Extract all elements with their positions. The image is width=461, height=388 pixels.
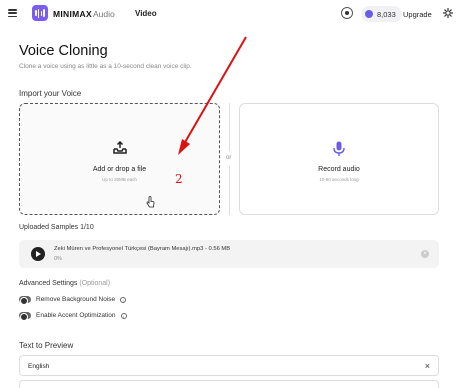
advanced-title: Advanced Settings	[19, 280, 78, 287]
clear-icon[interactable]: ×	[425, 361, 430, 371]
language-select[interactable]: English ×	[19, 355, 439, 376]
optional-tag: (Optional)	[79, 280, 111, 287]
remove-noise-toggle[interactable]	[19, 296, 31, 305]
info-icon[interactable]: i	[120, 312, 127, 319]
language-value: English	[28, 363, 50, 370]
accent-optimization-toggle[interactable]	[19, 312, 31, 321]
info-icon[interactable]: i	[120, 296, 127, 303]
remove-file-icon[interactable]: ×	[421, 250, 429, 258]
uploaded-samples-label: Uploaded Samples 1/10	[19, 224, 94, 231]
remove-noise-label: Remove Background Noise	[36, 296, 116, 303]
upload-progress: 0%	[54, 256, 62, 262]
play-icon[interactable]	[31, 247, 45, 261]
preview-text-input[interactable]	[19, 380, 439, 388]
uploaded-file-row: Zeki Müren ve Profesyonel Türkçesi (Bayr…	[19, 240, 439, 268]
advanced-settings-label: Advanced Settings (Optional)	[19, 280, 110, 287]
remove-noise-row: Remove Background Noise i	[19, 296, 127, 305]
annotation-arrow	[178, 36, 247, 155]
text-preview-label: Text to Preview	[19, 341, 74, 350]
accent-optimization-row: Enable Accent Optimization i	[19, 312, 127, 321]
accent-optimization-label: Enable Accent Optimization	[36, 312, 116, 319]
file-name: Zeki Müren ve Profesyonel Türkçesi (Bayr…	[54, 246, 231, 252]
annotation-number: 2	[175, 172, 183, 186]
